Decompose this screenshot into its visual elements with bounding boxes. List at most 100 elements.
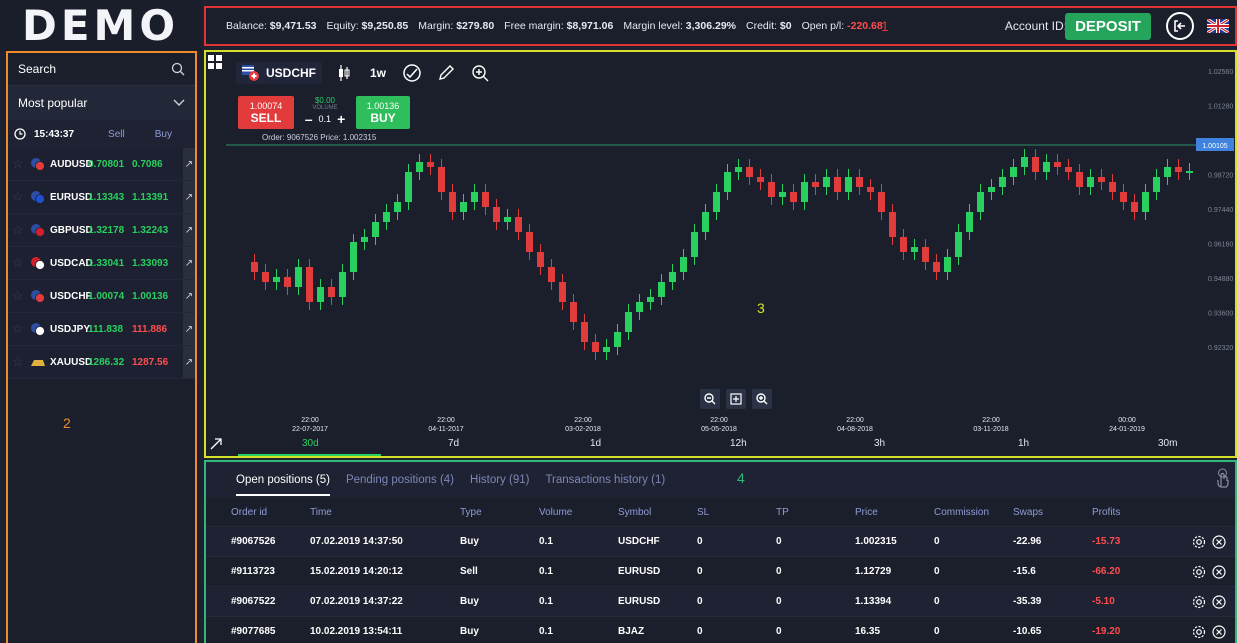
volume-plus-button[interactable]: + (337, 111, 345, 127)
symbol-row[interactable]: ☆ GBPUSD 1.32178 1.32243 ↗ (8, 214, 195, 247)
timeframe-1h[interactable]: 1h (1018, 438, 1029, 449)
indicators-icon[interactable] (400, 61, 424, 85)
symbol-row[interactable]: ☆ XAUUSD 1286.32 1287.56 ↗ (8, 346, 195, 379)
table-cell: 0 (697, 626, 703, 637)
pair-selector[interactable]: USDCHF (236, 62, 322, 84)
search-input[interactable]: Search (8, 53, 195, 86)
candle-body (669, 272, 676, 282)
close-position-icon[interactable] (1212, 624, 1226, 639)
category-dropdown[interactable]: Most popular (8, 86, 195, 120)
table-row[interactable]: #9077685 10.02.2019 13:54:11 Buy 0.1 BJAZ 0 0 1… (206, 616, 1235, 643)
star-icon[interactable]: ☆ (12, 255, 30, 271)
symbol-row[interactable]: ☆ USDJPY 111.838 111.886 ↗ (8, 313, 195, 346)
symbol-name: XAUUSD (50, 356, 93, 368)
zoom-icon[interactable] (468, 61, 492, 85)
symbol-row[interactable]: ☆ AUDUSD 0.70801 0.7086 ↗ (8, 148, 195, 181)
column-header[interactable]: Price (855, 507, 934, 518)
expand-icon[interactable] (210, 438, 222, 450)
fit-icon[interactable] (726, 389, 746, 409)
timeframe-1d[interactable]: 1d (590, 438, 601, 449)
tab-transactions-history[interactable]: Transactions history (1) (545, 474, 665, 486)
settings-icon[interactable] (1192, 625, 1206, 639)
timeframe-30d[interactable]: 30d (302, 438, 319, 449)
star-icon[interactable]: ☆ (12, 189, 30, 205)
currency-flag-icon (31, 158, 45, 171)
symbol-row[interactable]: ☆ USDCAD 1.33041 1.33093 ↗ (8, 247, 195, 280)
column-header[interactable]: Symbol (618, 507, 697, 518)
candle-body (405, 172, 412, 202)
search-icon (171, 62, 185, 76)
column-header[interactable]: SL (697, 507, 776, 518)
column-header[interactable]: Order id (206, 507, 310, 518)
timeframe-30m[interactable]: 30m (1158, 438, 1177, 449)
tab-history[interactable]: History (91) (470, 474, 529, 486)
search-placeholder: Search (18, 62, 57, 76)
deposit-button[interactable]: DEPOSIT (1065, 13, 1151, 40)
volume-minus-button[interactable]: – (305, 111, 313, 127)
layout-grid-icon[interactable] (208, 55, 222, 69)
open-chart-icon[interactable]: ↗ (183, 214, 195, 246)
column-header[interactable]: Swaps (1013, 507, 1092, 518)
tab-pending-positions[interactable]: Pending positions (4) (346, 474, 454, 486)
candle-body (1076, 172, 1083, 187)
close-position-icon[interactable] (1212, 564, 1226, 579)
settings-icon[interactable] (1192, 595, 1206, 609)
star-icon[interactable]: ☆ (12, 354, 30, 370)
table-cell: 0 (934, 626, 940, 637)
x-tick-date: 22-07-2017 (292, 426, 328, 433)
column-header[interactable]: Type (460, 507, 539, 518)
symbol-row[interactable]: ☆ USDCHF 1.00074 1.00136 ↗ (8, 280, 195, 313)
close-position-icon[interactable] (1212, 534, 1226, 549)
open-chart-icon[interactable]: ↗ (183, 313, 195, 345)
timeframe-7d[interactable]: 7d (448, 438, 459, 449)
period-selector[interactable]: 1w (366, 61, 390, 85)
star-icon[interactable]: ☆ (12, 156, 30, 172)
server-time: 15:43:37 (34, 128, 75, 140)
table-row[interactable]: #9067522 07.02.2019 14:37:22 Buy 0.1 EURUSD 0… (206, 586, 1235, 616)
symbol-bid: 1.33041 (88, 257, 125, 269)
close-position-icon[interactable] (1212, 594, 1226, 609)
column-header[interactable]: Commission (934, 507, 1013, 518)
sell-button[interactable]: 1.00074 SELL (238, 96, 294, 129)
zoom-out-icon[interactable] (700, 389, 720, 409)
open-chart-icon[interactable]: ↗ (183, 181, 195, 213)
settings-icon[interactable] (1192, 565, 1206, 579)
candle-body (933, 262, 940, 272)
settings-icon[interactable] (1192, 535, 1206, 549)
table-row[interactable]: #9113723 15.02.2019 14:20:12 Sell 0.1 EURUSD… (206, 556, 1235, 586)
draw-pencil-icon[interactable] (434, 61, 458, 85)
candle-body (394, 202, 401, 212)
candlestick-type-icon[interactable] (332, 61, 356, 85)
touch-icon[interactable] (1215, 468, 1231, 488)
table-cell: #9067526 (231, 536, 276, 547)
star-icon[interactable]: ☆ (12, 288, 30, 304)
open-chart-icon[interactable]: ↗ (183, 148, 195, 180)
symbol-row[interactable]: ☆ EURUSD 1.13343 1.13391 ↗ (8, 181, 195, 214)
star-icon[interactable]: ☆ (12, 222, 30, 238)
table-row[interactable]: #9067526 07.02.2019 14:37:50 Buy 0.1 USDCHF 0… (206, 526, 1235, 556)
open-chart-icon[interactable]: ↗ (183, 247, 195, 279)
candle-body (515, 217, 522, 232)
logout-icon[interactable] (1166, 12, 1194, 40)
volume-input[interactable]: 0.1 (319, 114, 332, 124)
buy-button[interactable]: 1.00136 BUY (356, 96, 410, 129)
column-header[interactable]: Time (310, 507, 460, 518)
candle-body (548, 267, 555, 282)
column-header[interactable]: Volume (539, 507, 618, 518)
x-tick-date: 04-11-2017 (428, 426, 463, 433)
column-header[interactable]: Profits (1092, 507, 1192, 518)
free-margin-stat: Free margin: $8,971.06 (504, 20, 614, 32)
table-cell: 0 (776, 566, 782, 577)
open-chart-icon[interactable]: ↗ (183, 346, 195, 378)
uk-flag-icon[interactable] (1206, 17, 1230, 35)
zoom-in-icon[interactable] (752, 389, 772, 409)
table-cell: 0 (776, 626, 782, 637)
candle-body (823, 177, 830, 187)
table-cell: 1.13394 (855, 596, 892, 607)
open-chart-icon[interactable]: ↗ (183, 280, 195, 312)
tab-open-positions[interactable]: Open positions (5) (236, 474, 330, 496)
timeframe-12h[interactable]: 12h (730, 438, 747, 449)
star-icon[interactable]: ☆ (12, 321, 30, 337)
timeframe-3h[interactable]: 3h (874, 438, 885, 449)
column-header[interactable]: TP (776, 507, 855, 518)
